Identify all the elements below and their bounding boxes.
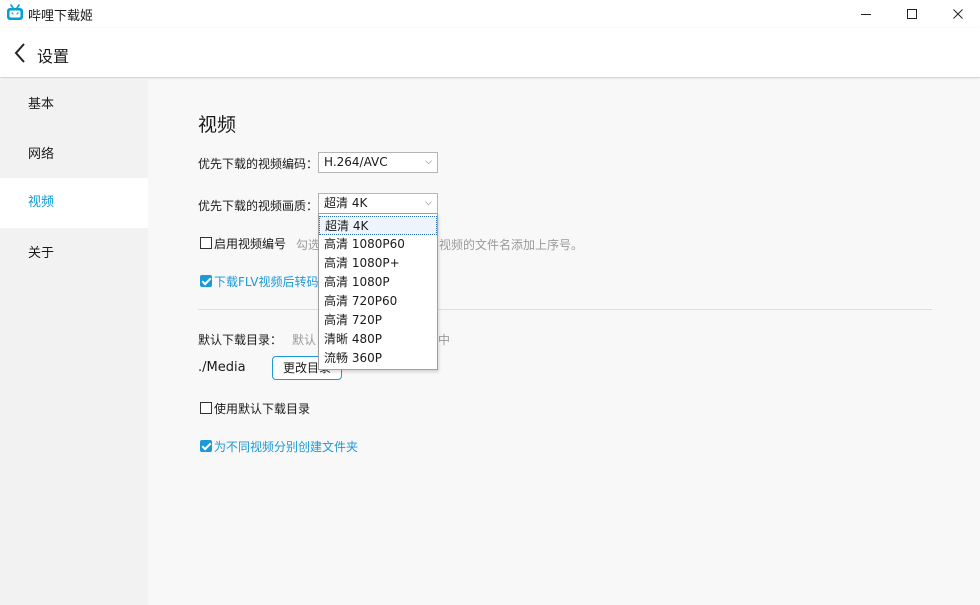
numbering-hint-prefix: 勾选 <box>296 238 321 252</box>
download-dir-path: ./Media <box>198 360 246 375</box>
quality-select[interactable]: 超清 4K ⌵ <box>318 193 438 214</box>
download-dir-hint-prefix: 默认 <box>292 333 317 347</box>
maximize-icon <box>907 9 917 19</box>
sidebar-item-basic[interactable]: 基本 <box>0 80 148 130</box>
settings-sidebar: 基本 网络 视频 关于 <box>0 80 148 605</box>
sidebar-item-about[interactable]: 关于 <box>0 229 148 279</box>
codec-select[interactable]: H.264/AVC ⌵ <box>318 152 438 173</box>
create-folder-checkbox[interactable] <box>200 440 212 452</box>
quality-option[interactable]: 高清 1080P+ <box>319 254 437 273</box>
sidebar-item-video[interactable]: 视频 <box>0 178 148 228</box>
divider <box>198 309 932 310</box>
flv-transcode-label[interactable]: 下载FLV视频后转码 <box>214 273 318 290</box>
quality-option[interactable]: 清晰 480P <box>319 330 437 349</box>
settings-header: 设置 <box>0 28 980 78</box>
quality-option[interactable]: 高清 1080P <box>319 273 437 292</box>
numbering-checkbox[interactable] <box>200 237 212 249</box>
quality-option[interactable]: 高清 720P <box>319 311 437 330</box>
use-default-dir-label[interactable]: 使用默认下载目录 <box>214 400 310 417</box>
maximize-button[interactable] <box>889 0 935 28</box>
video-settings-panel: 视频 优先下载的视频编码： H.264/AVC ⌵ 优先下载的视频画质： 超清 … <box>148 80 980 605</box>
quality-label: 优先下载的视频画质： <box>198 199 319 213</box>
minimize-icon <box>861 14 871 15</box>
back-button[interactable] <box>10 40 30 66</box>
minimize-button[interactable] <box>843 0 889 28</box>
chevron-left-icon <box>14 43 25 63</box>
quality-select-value: 超清 4K <box>324 196 368 210</box>
create-folder-label[interactable]: 为不同视频分别创建文件夹 <box>214 438 358 455</box>
page-title: 设置 <box>37 47 70 66</box>
close-icon <box>953 9 963 19</box>
quality-option[interactable]: 高清 720P60 <box>319 292 437 311</box>
title-bar: 哔哩下载姬 <box>0 0 980 28</box>
section-title: 视频 <box>198 114 237 136</box>
numbering-label[interactable]: 启用视频编号 <box>214 235 286 252</box>
codec-select-value: H.264/AVC <box>324 155 388 169</box>
use-default-dir-checkbox[interactable] <box>200 402 212 414</box>
quality-option[interactable]: 流畅 360P <box>319 349 437 368</box>
quality-option[interactable]: 超清 4K <box>319 216 437 235</box>
flv-transcode-checkbox[interactable] <box>200 275 212 287</box>
codec-label: 优先下载的视频编码： <box>198 157 319 171</box>
download-dir-hint-suffix: 中 <box>438 333 451 347</box>
numbering-hint-suffix: 视频的文件名添加上序号。 <box>439 238 584 252</box>
caret-down-icon: ⌵ <box>425 198 432 208</box>
app-title: 哔哩下载姬 <box>28 9 94 24</box>
quality-option[interactable]: 高清 1080P60 <box>319 235 437 254</box>
caret-down-icon: ⌵ <box>425 157 432 167</box>
quality-dropdown-list: 超清 4K 高清 1080P60 高清 1080P+ 高清 1080P 高清 7… <box>318 213 438 370</box>
sidebar-item-network[interactable]: 网络 <box>0 130 148 180</box>
bilibili-tv-icon <box>6 4 24 21</box>
close-button[interactable] <box>935 0 980 28</box>
download-dir-label: 默认下载目录： <box>198 333 283 347</box>
app-window: 哔哩下载姬 设置 基本 网络 视频 关于 视频 优先下载的视频编码： H.264… <box>0 0 980 605</box>
